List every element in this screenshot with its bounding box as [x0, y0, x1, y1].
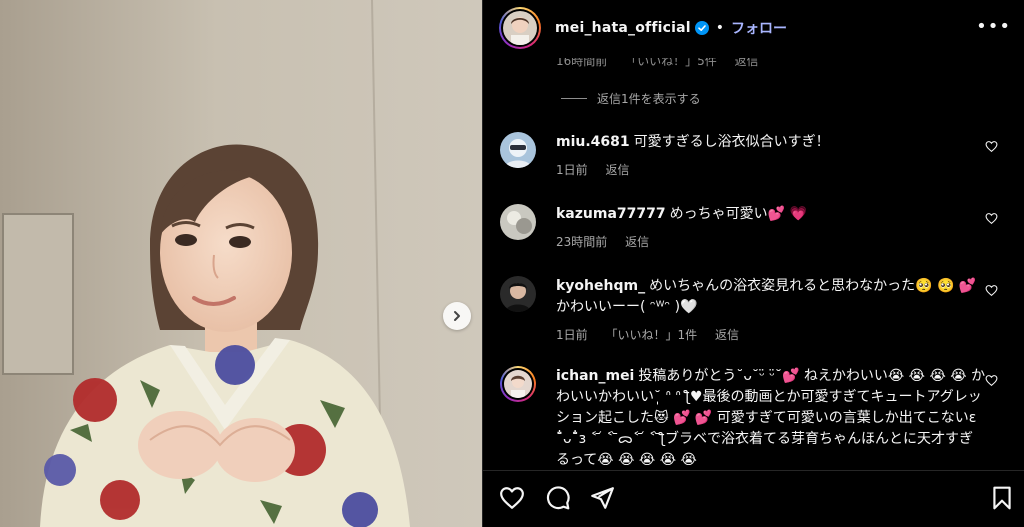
comment-reply-button[interactable]: 返信: [625, 235, 649, 249]
comment-reply-button[interactable]: 返信: [735, 58, 759, 68]
follow-button[interactable]: フォロー: [731, 18, 787, 38]
heart-icon[interactable]: [499, 485, 525, 511]
instagram-post-view: mei_hata_official • フォロー ••• 16時間前 「いいね！…: [0, 0, 1024, 527]
commenter-avatar[interactable]: [500, 204, 536, 240]
chevron-right-icon: [454, 311, 460, 321]
comment-reply-button[interactable]: 返信: [605, 163, 629, 177]
comment-bubble-icon[interactable]: [545, 485, 571, 511]
view-replies-button[interactable]: 返信1件を表示する: [561, 90, 701, 107]
comment-likes[interactable]: 「いいね！」5件: [625, 58, 717, 68]
comment-time: 1日前: [556, 163, 588, 177]
commenter-avatar[interactable]: [500, 132, 536, 168]
post-photo: [0, 0, 482, 527]
post-header: mei_hata_official • フォロー •••: [483, 0, 1024, 56]
view-replies-line: [561, 98, 587, 99]
author-avatar[interactable]: [499, 7, 541, 49]
post-sidebar: mei_hata_official • フォロー ••• 16時間前 「いいね！…: [482, 0, 1024, 527]
header-separator: •: [715, 20, 725, 36]
bookmark-icon[interactable]: [989, 485, 1015, 511]
comment-time: 1日前: [556, 328, 588, 342]
author-username[interactable]: mei_hata_official: [555, 20, 691, 36]
verified-badge-icon: [694, 21, 709, 35]
clipped-comment-meta: 16時間前 「いいね！」5件 返信: [556, 58, 773, 69]
commenter-avatar-image: [500, 276, 536, 312]
paper-plane-icon[interactable]: [589, 485, 615, 511]
comment-likes[interactable]: 「いいね！」1件: [605, 328, 697, 342]
comment-time: 16時間前: [556, 58, 608, 68]
comment-text: めっちゃ可愛い💕 💗: [669, 206, 807, 222]
commenter-username[interactable]: ichan_mei: [556, 368, 634, 384]
commenter-avatar-image: [500, 132, 536, 168]
commenter-avatar[interactable]: [500, 366, 536, 402]
view-replies-label: 返信1件を表示する: [597, 92, 701, 106]
more-options-button[interactable]: •••: [976, 18, 1011, 36]
next-photo-button[interactable]: [443, 302, 471, 330]
heart-outline-icon[interactable]: [985, 212, 998, 225]
commenter-avatar[interactable]: [500, 276, 536, 312]
heart-outline-icon[interactable]: [985, 284, 998, 297]
post-action-bar: [483, 470, 1024, 527]
commenter-username[interactable]: miu.4681: [556, 134, 630, 150]
heart-outline-icon[interactable]: [985, 374, 998, 387]
comments-list[interactable]: 16時間前 「いいね！」5件 返信 返信1件を表示する miu.4681 可愛す…: [483, 58, 1024, 470]
heart-outline-icon[interactable]: [985, 140, 998, 153]
commenter-username[interactable]: kyohehqm_: [556, 278, 645, 294]
author-avatar-image: [503, 11, 537, 45]
commenter-avatar-image: [504, 370, 532, 398]
commenter-username[interactable]: kazuma77777: [556, 206, 666, 222]
comment-text: 可愛すぎるし浴衣似合いすぎ！: [633, 134, 830, 150]
post-media[interactable]: [0, 0, 482, 527]
commenter-avatar-image: [500, 204, 536, 240]
comment-time: 23時間前: [556, 235, 608, 249]
comment-reply-button[interactable]: 返信: [715, 328, 739, 342]
